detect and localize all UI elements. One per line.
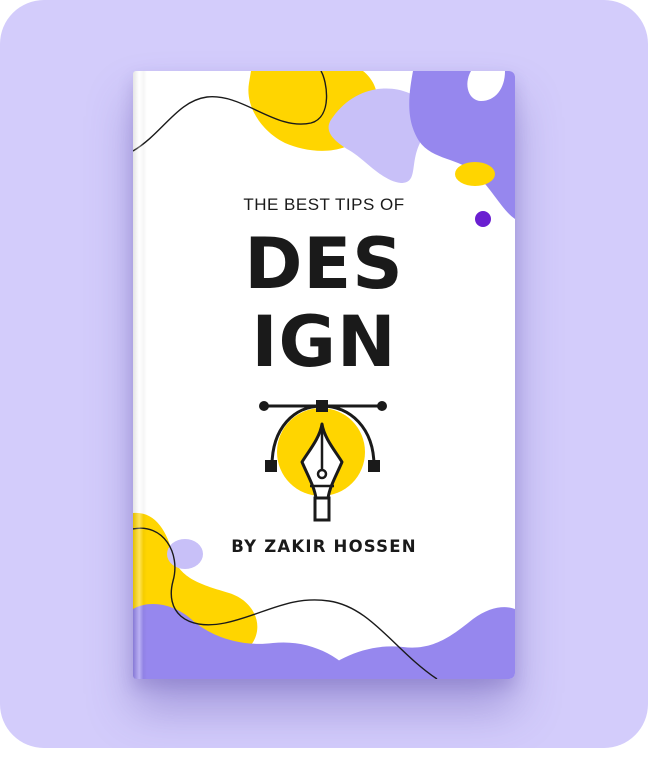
cover-title-line-2: IGN bbox=[251, 301, 397, 383]
lavender-blob-bottom bbox=[315, 607, 515, 679]
pen-tool-icon bbox=[259, 400, 387, 522]
book-cover: THE BEST TIPS OF DES IGN BY ZAKIR HOSSEN bbox=[133, 71, 515, 679]
yellow-ellipse-right bbox=[455, 162, 495, 186]
cover-author: BY ZAKIR HOSSEN bbox=[231, 537, 417, 556]
book-spine bbox=[133, 71, 147, 679]
cover-title-line-1: DES bbox=[244, 223, 404, 305]
background-frame: THE BEST TIPS OF DES IGN BY ZAKIR HOSSEN bbox=[0, 0, 648, 748]
cover-subtitle: THE BEST TIPS OF bbox=[243, 195, 405, 214]
